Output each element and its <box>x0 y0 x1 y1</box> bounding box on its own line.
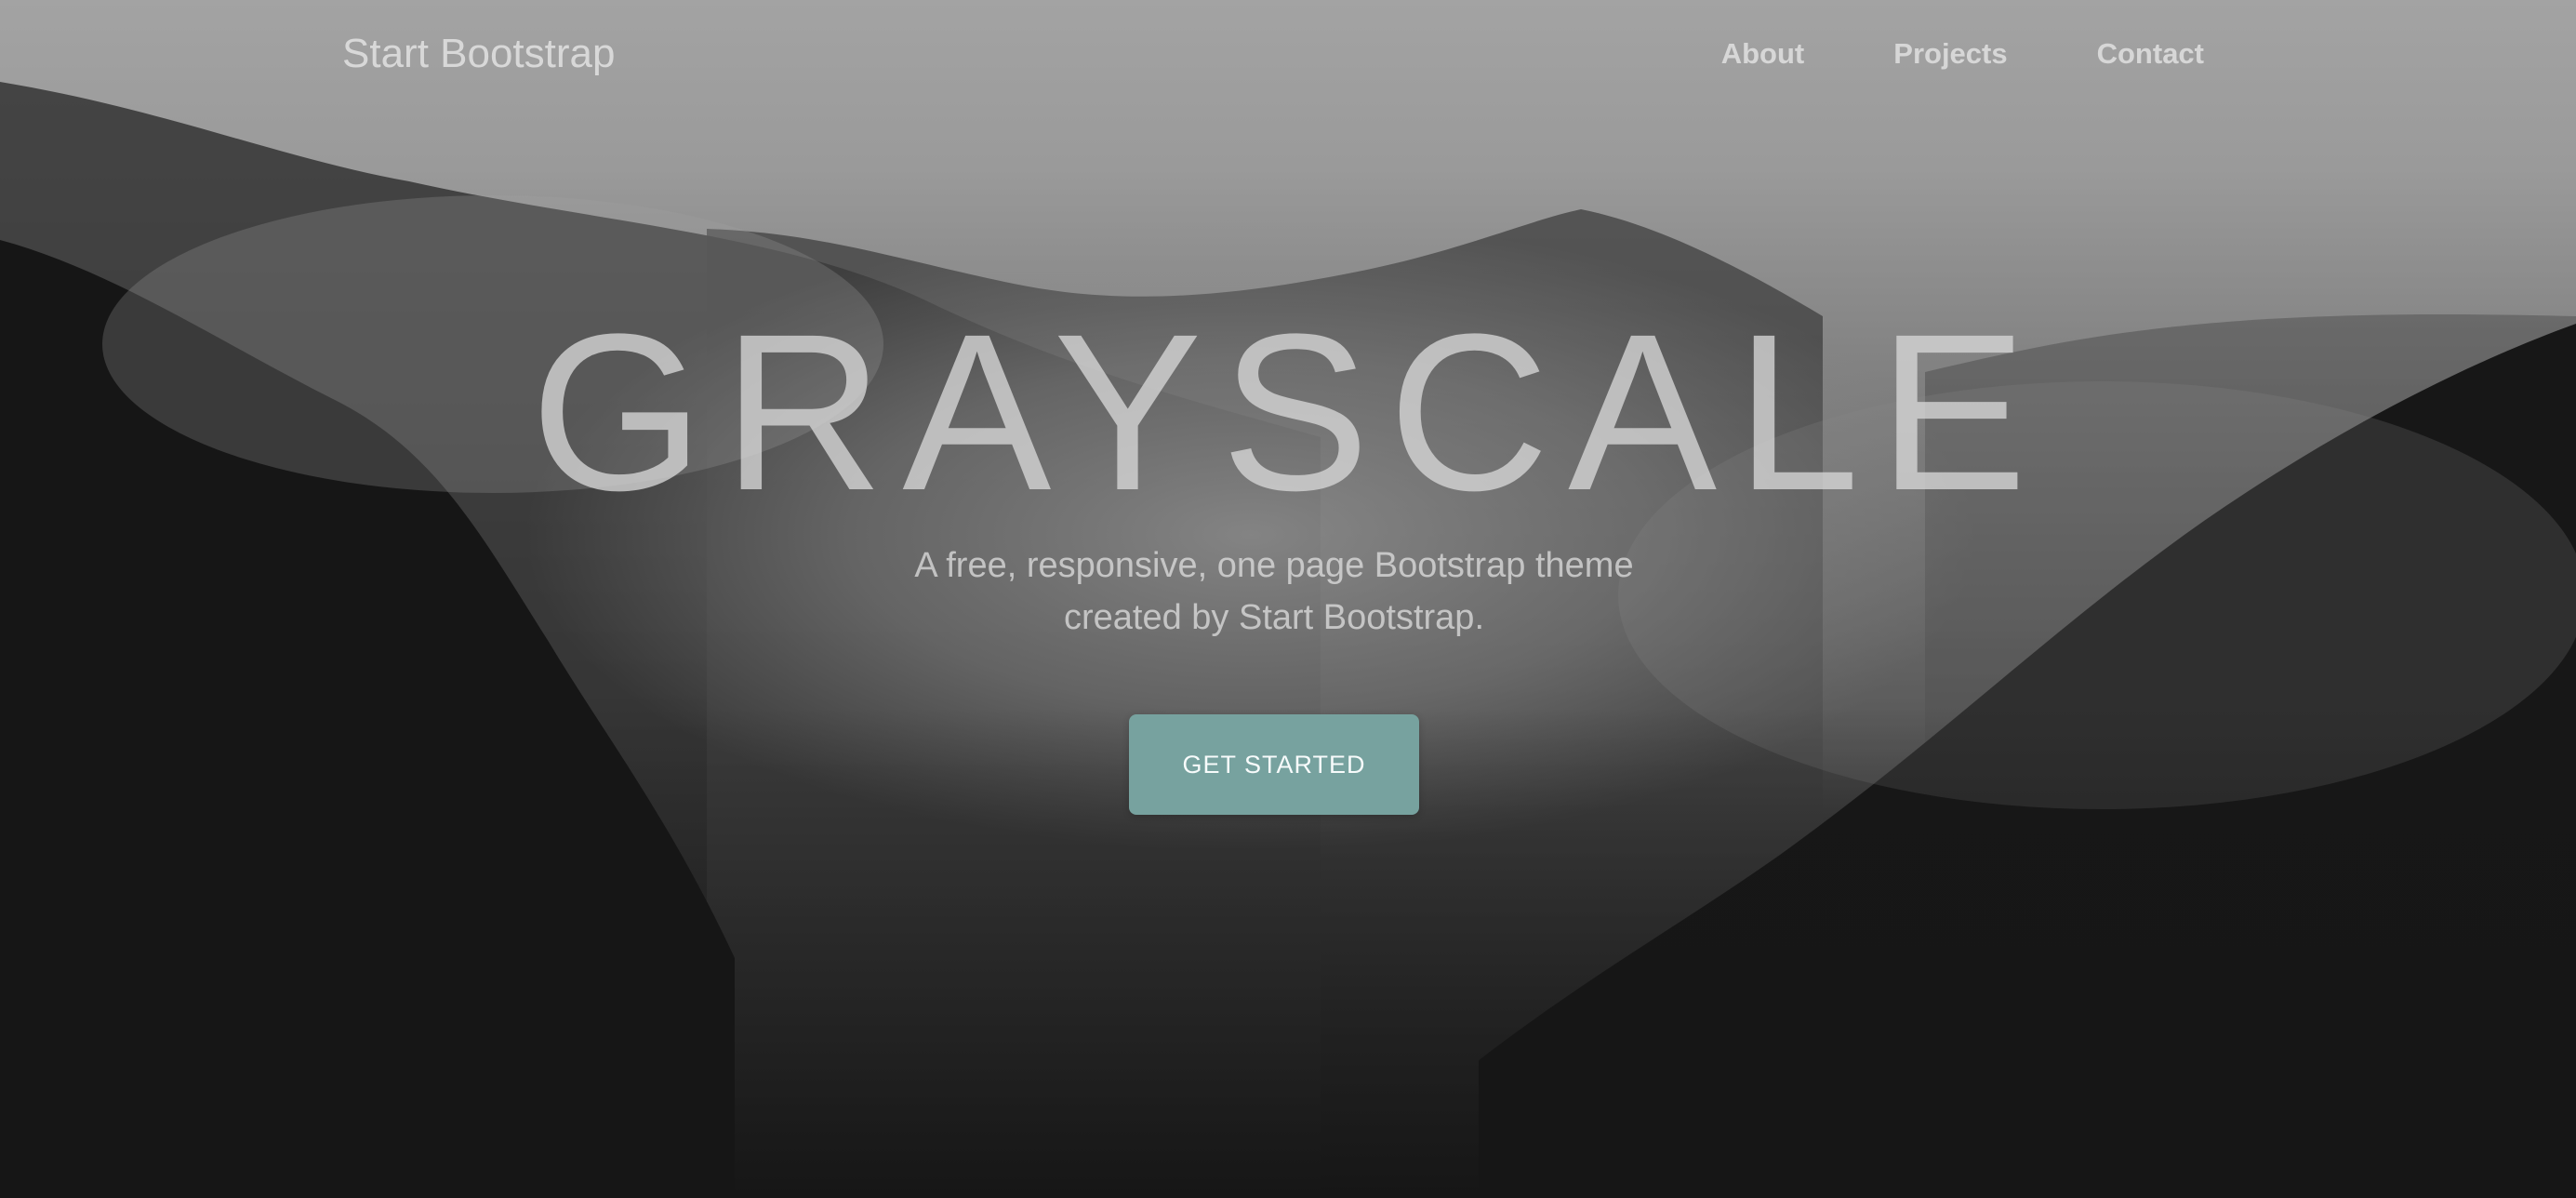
hero-subtitle-line-2: created by Start Bootstrap. <box>1063 598 1484 637</box>
hero-title: GRAYSCALE <box>530 287 2046 537</box>
get-started-button[interactable]: GET STARTED <box>1129 714 1419 815</box>
hero-subtitle-line-1: A free, responsive, one page Bootstrap t… <box>914 546 1634 585</box>
hero-subtitle: A free, responsive, one page Bootstrap t… <box>870 539 1679 644</box>
hero-content: GRAYSCALE A free, responsive, one page B… <box>0 0 2576 1198</box>
hero-section: Start Bootstrap About Projects Contact G… <box>0 0 2576 1198</box>
